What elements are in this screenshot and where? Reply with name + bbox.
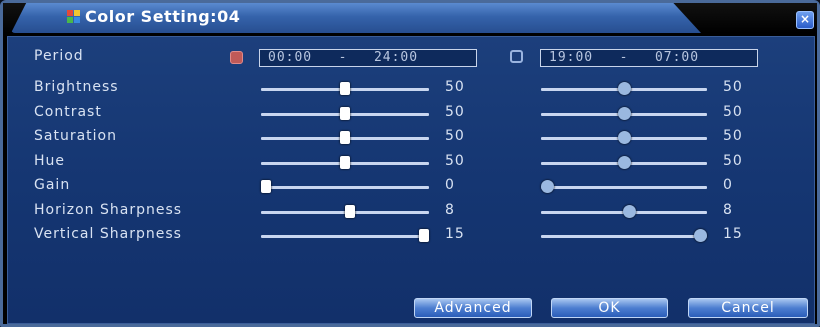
- close-icon[interactable]: ×: [796, 11, 814, 29]
- saturation-label: Saturation: [34, 128, 117, 144]
- contrast-label: Contrast: [34, 104, 102, 120]
- period-label: Period: [34, 48, 84, 64]
- period1-start: 00:00: [268, 50, 313, 65]
- hue-slider2-thumb[interactable]: [617, 156, 631, 169]
- hue-value2: 50: [723, 153, 743, 169]
- vertical-sharpness-value1: 15: [445, 226, 465, 242]
- color-grid-icon: [67, 10, 81, 24]
- saturation-slider2-thumb[interactable]: [617, 131, 631, 144]
- period1-time-field[interactable]: 00:00 - 24:00: [259, 49, 477, 67]
- horizon-sharpness-label: Horizon Sharpness: [34, 202, 183, 218]
- settings-panel: Period 00:00 - 24:00 19:00 - 07:00 Brigh…: [7, 36, 815, 324]
- ok-button[interactable]: OK: [551, 298, 668, 318]
- period1-end: 24:00: [373, 50, 419, 65]
- period2-start: 19:00: [549, 50, 594, 65]
- saturation-slider1-thumb[interactable]: [340, 131, 350, 144]
- brightness-label: Brightness: [34, 79, 119, 95]
- period1-checkbox[interactable]: [230, 51, 243, 64]
- contrast-value2: 50: [723, 104, 743, 120]
- period2-end: 07:00: [654, 50, 700, 65]
- hue-value1: 50: [445, 153, 465, 169]
- brightness-value1: 50: [445, 79, 465, 95]
- vertical-sharpness-slider2-track[interactable]: [541, 235, 707, 238]
- gain-label: Gain: [34, 177, 71, 193]
- hue-slider1-thumb[interactable]: [340, 156, 350, 169]
- vertical-sharpness-slider1-thumb[interactable]: [419, 229, 429, 242]
- gain-slider2-thumb[interactable]: [541, 180, 554, 193]
- saturation-value1: 50: [445, 128, 465, 144]
- period2-checkbox[interactable]: [510, 50, 523, 63]
- horizon-sharpness-slider1-thumb[interactable]: [345, 205, 356, 218]
- vertical-sharpness-label: Vertical Sharpness: [34, 226, 182, 242]
- period2-time-field[interactable]: 19:00 - 07:00: [540, 49, 758, 67]
- contrast-slider2-thumb[interactable]: [617, 107, 631, 120]
- gain-slider2-track[interactable]: [541, 186, 707, 189]
- gain-value1: 0: [445, 177, 455, 193]
- vertical-sharpness-slider2-thumb[interactable]: [694, 229, 707, 242]
- horizon-sharpness-slider2-thumb[interactable]: [622, 205, 636, 218]
- advanced-button[interactable]: Advanced: [414, 298, 532, 318]
- color-setting-window: Color Setting:04 × Period 00:00 - 24:00 …: [0, 0, 820, 327]
- vertical-sharpness-slider1-track[interactable]: [261, 235, 429, 238]
- brightness-slider2-thumb[interactable]: [617, 82, 631, 95]
- window-title: Color Setting:04: [85, 7, 241, 26]
- gain-slider1-track[interactable]: [261, 186, 429, 189]
- contrast-slider1-thumb[interactable]: [340, 107, 350, 120]
- title-bar: Color Setting:04 ×: [3, 3, 817, 33]
- cancel-button[interactable]: Cancel: [688, 298, 808, 318]
- hue-label: Hue: [34, 153, 66, 169]
- contrast-value1: 50: [445, 104, 465, 120]
- gain-value2: 0: [723, 177, 733, 193]
- saturation-value2: 50: [723, 128, 743, 144]
- vertical-sharpness-value2: 15: [723, 226, 743, 242]
- brightness-slider1-thumb[interactable]: [340, 82, 350, 95]
- brightness-value2: 50: [723, 79, 743, 95]
- horizon-sharpness-value1: 8: [445, 202, 455, 218]
- horizon-sharpness-value2: 8: [723, 202, 733, 218]
- gain-slider1-thumb[interactable]: [261, 180, 271, 193]
